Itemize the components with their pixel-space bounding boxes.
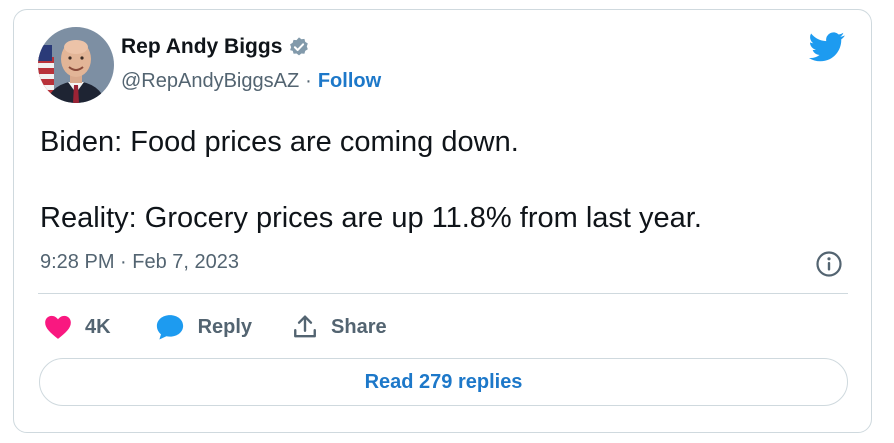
tweet-timestamp[interactable]: 9:28 PM · Feb 7, 2023 (40, 251, 239, 274)
author-handle-row: @RepAndyBiggsAZ · Follow (121, 70, 381, 93)
author-name[interactable]: Rep Andy Biggs (121, 35, 282, 59)
author-handle[interactable]: @RepAndyBiggsAZ (121, 70, 299, 93)
heart-icon (45, 315, 71, 339)
tweet-line-2: Reality: Grocery prices are up 11.8% fro… (40, 202, 702, 234)
share-upload-icon (294, 315, 316, 338)
tweet-line-1: Biden: Food prices are coming down. (40, 126, 519, 158)
share-button[interactable]: Share (292, 314, 387, 340)
follow-button[interactable]: Follow (318, 70, 381, 93)
reply-label: Reply (197, 315, 253, 338)
action-bar: 4K Reply Share (44, 310, 387, 344)
separator-dot: · (305, 70, 312, 92)
info-icon[interactable] (815, 250, 843, 278)
verified-badge-icon (288, 36, 310, 58)
read-replies-button[interactable]: Read 279 replies (39, 358, 848, 406)
divider (38, 293, 848, 294)
like-button[interactable]: 4K (44, 314, 111, 340)
like-count: 4K (85, 315, 111, 338)
twitter-bird-icon[interactable] (809, 31, 845, 63)
share-label: Share (331, 315, 387, 338)
speech-bubble-icon (156, 315, 183, 340)
tweet-text: Biden: Food prices are coming down. Real… (40, 123, 840, 237)
reply-button[interactable]: Reply (155, 313, 252, 341)
read-replies-label: Read 279 replies (364, 370, 523, 393)
avatar[interactable] (38, 27, 114, 103)
author-name-row: Rep Andy Biggs (121, 35, 310, 59)
